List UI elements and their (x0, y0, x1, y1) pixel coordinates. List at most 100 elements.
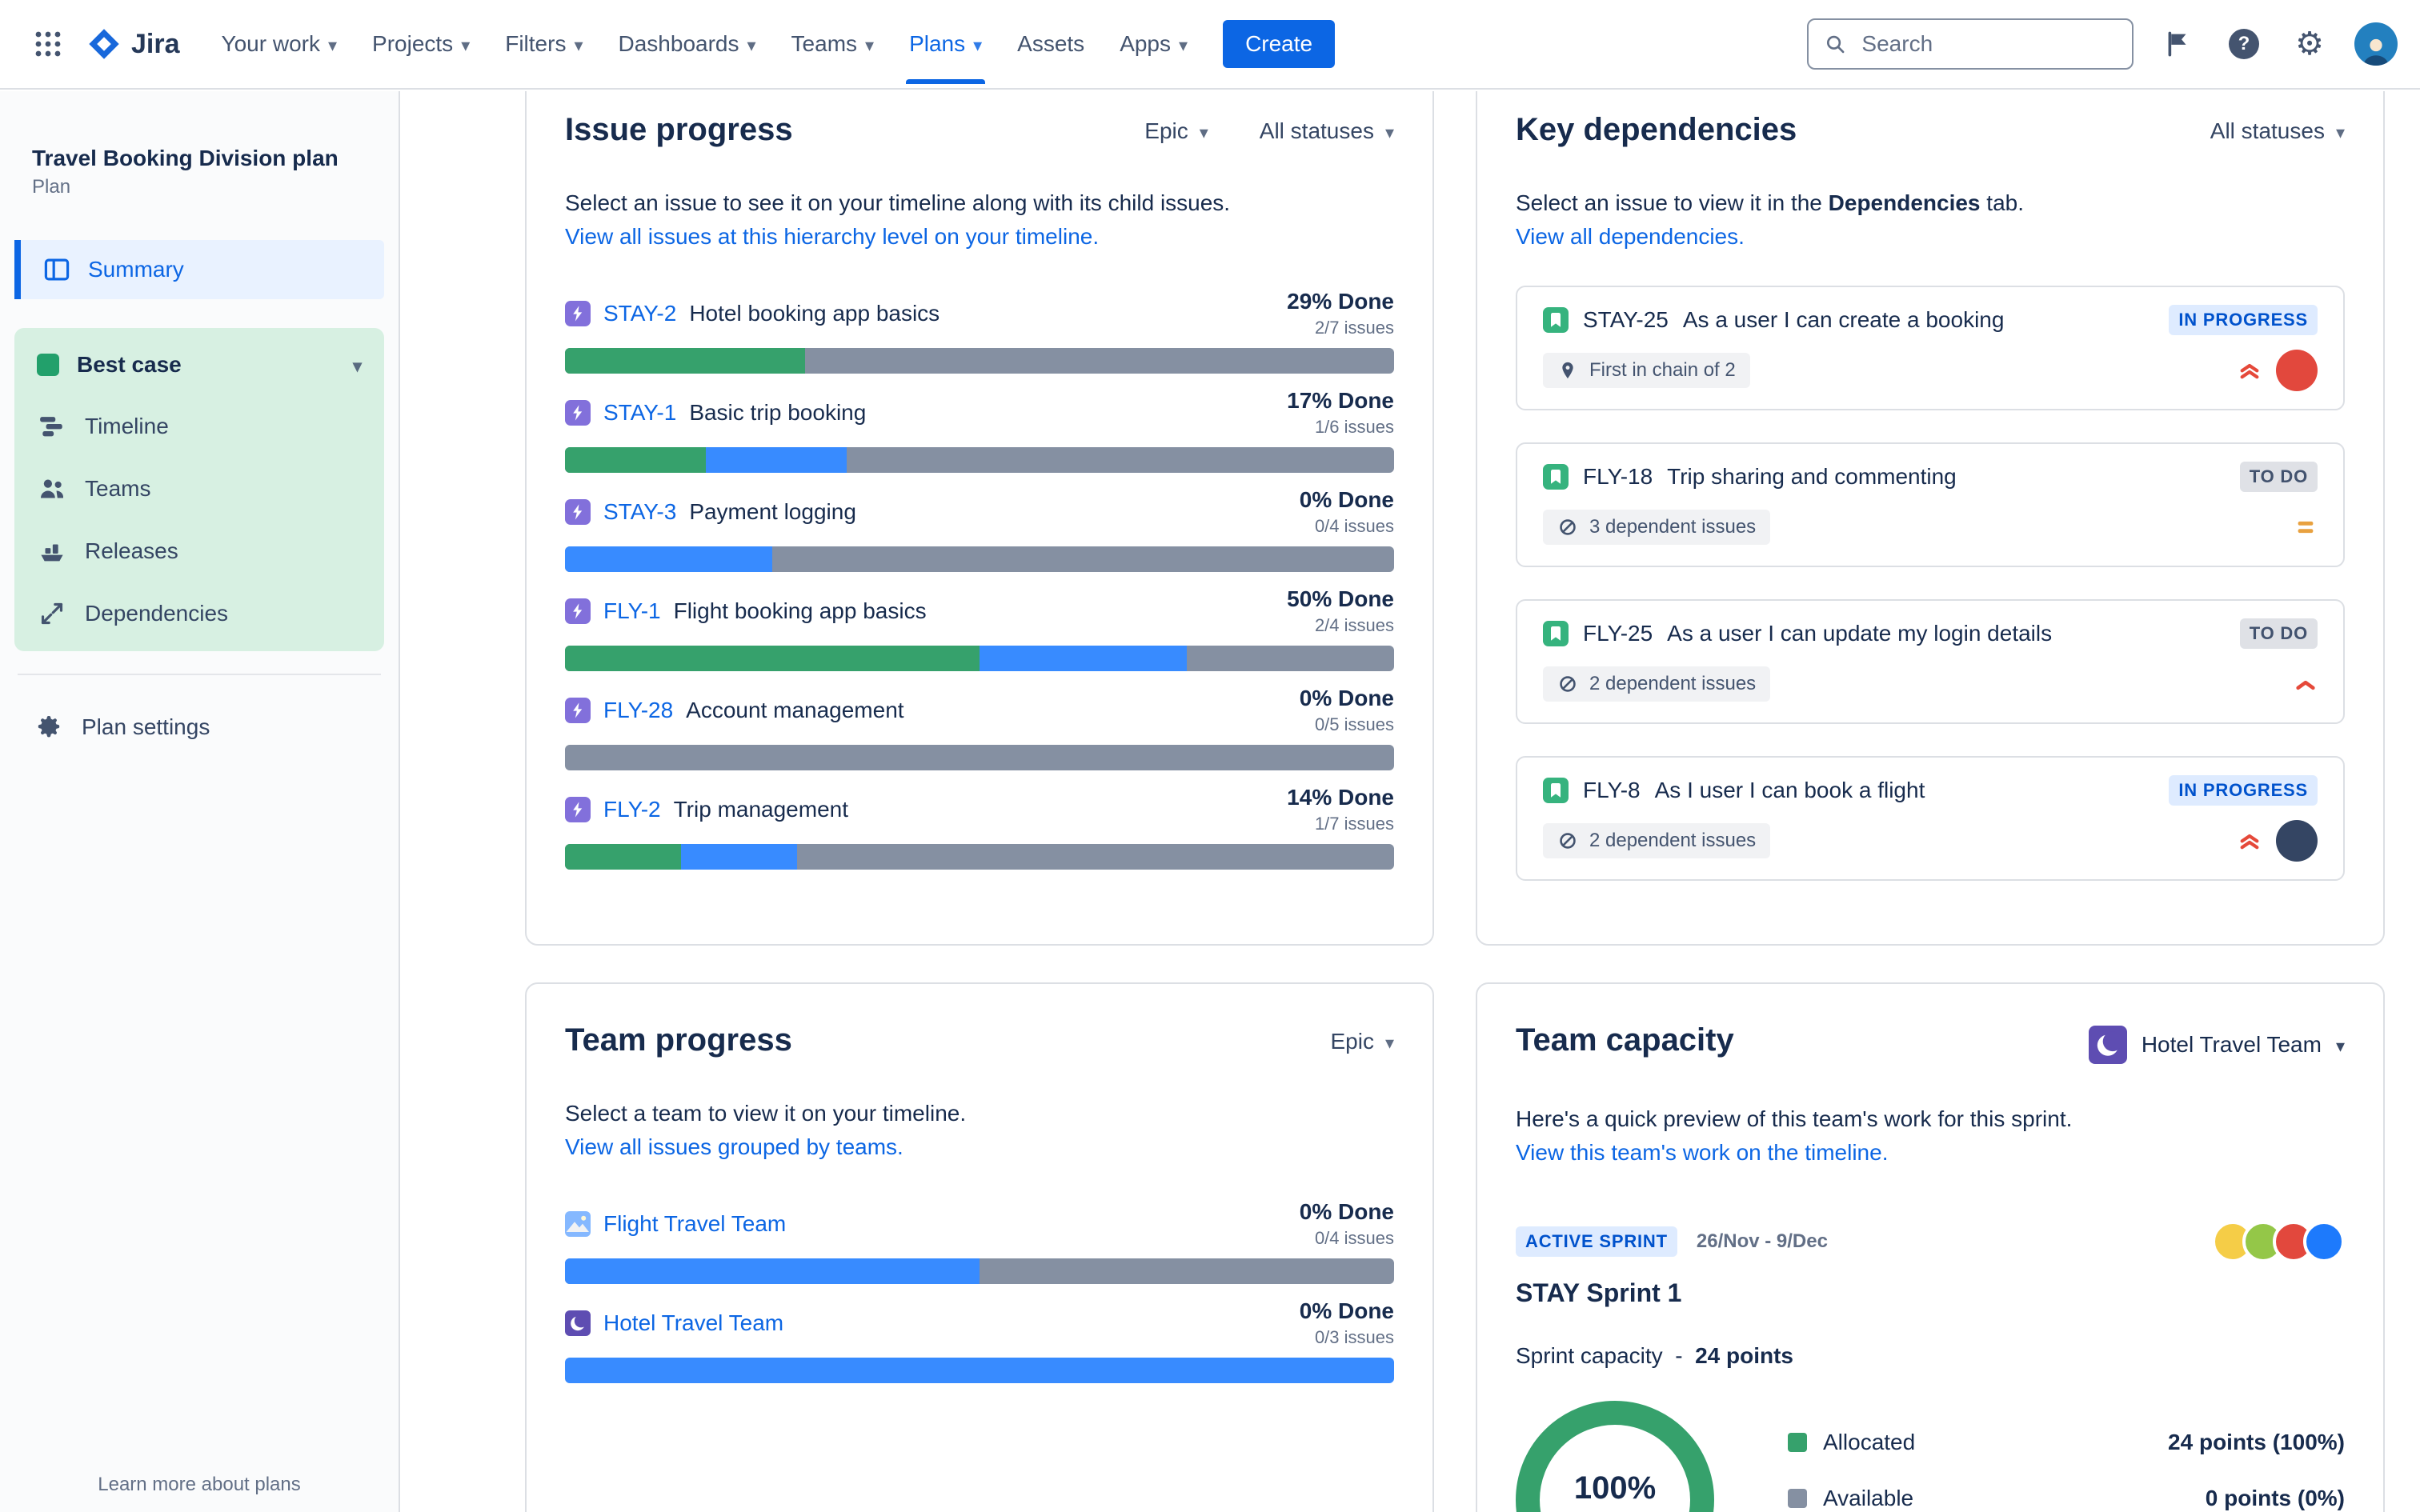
issue-key: FLY-18 (1583, 464, 1653, 489)
scenario-selector[interactable]: Best case (18, 334, 381, 395)
create-button[interactable]: Create (1223, 20, 1336, 68)
nav-item-assets[interactable]: Assets (1001, 18, 1100, 70)
nav-item-your-work[interactable]: Your work (206, 18, 354, 70)
status-filter-dropdown[interactable]: All statuses (1260, 118, 1394, 144)
chip-label: 2 dependent issues (1589, 830, 1757, 851)
releases-ship-icon (41, 544, 63, 562)
team-name-link[interactable]: Hotel Travel Team (603, 1310, 783, 1336)
issue-key: FLY-8 (1583, 778, 1641, 802)
sidebar-item-releases[interactable]: Releases (18, 520, 381, 582)
chevron-down-icon (747, 31, 756, 57)
pin-icon (1562, 362, 1573, 379)
active-sprint-badge: ACTIVE SPRINT (1516, 1226, 1677, 1257)
card-description: Select an issue to see it on your timeli… (565, 190, 1231, 215)
team-progress-bar[interactable] (565, 1258, 1394, 1284)
status-filter-dropdown[interactable]: All statuses (2210, 118, 2345, 144)
view-issues-by-team-link[interactable]: View all issues grouped by teams. (565, 1130, 1394, 1164)
issue-summary: Flight booking app basics (673, 598, 927, 623)
issue-count: 0/4 issues (1314, 1228, 1394, 1248)
nav-item-filters[interactable]: Filters (489, 18, 599, 70)
capacity-separator: - (1675, 1343, 1683, 1368)
nav-item-dashboards[interactable]: Dashboards (603, 18, 772, 70)
bar-done-segment (565, 447, 707, 473)
chevron-down-icon (1385, 118, 1394, 144)
issue-row: FLY-2 Trip management 14% Done 1/7 issue… (565, 785, 1394, 870)
issue-key-link[interactable]: FLY-28 (603, 698, 673, 723)
team-row: Hotel Travel Team 0% Done 0/3 issues (565, 1298, 1394, 1383)
team-capacity-card: Team capacity Hotel Travel Team Here's a… (1476, 982, 2385, 1512)
nav-item-teams[interactable]: Teams (775, 18, 891, 70)
issue-summary: Trip management (673, 797, 849, 822)
nav-label: Your work (221, 31, 320, 56)
jira-logo[interactable]: Jira (86, 26, 180, 62)
learn-more-link[interactable]: Learn more about plans (0, 1474, 399, 1496)
team-selector-dropdown[interactable]: Hotel Travel Team (2088, 1022, 2345, 1064)
issue-key-link[interactable]: FLY-2 (603, 797, 661, 822)
chip-label: First in chain of 2 (1589, 359, 1736, 381)
user-avatar-button[interactable] (2354, 22, 2398, 66)
help-button[interactable] (2223, 23, 2265, 65)
issue-summary: Basic trip booking (689, 400, 867, 425)
issue-count: 0/3 issues (1314, 1327, 1394, 1347)
issue-progress-bar[interactable] (565, 348, 1394, 374)
issue-key-link[interactable]: STAY-1 (603, 400, 676, 426)
jira-logo-text: Jira (131, 28, 180, 59)
legend-label: Available (1823, 1486, 1914, 1510)
dependency-item[interactable]: FLY-8 As I user I can book a flight IN P… (1516, 756, 2345, 881)
nav-label: Dashboards (618, 31, 739, 56)
issue-row: STAY-2 Hotel booking app basics 29% Done… (565, 289, 1394, 374)
issue-count: 0/4 issues (1314, 516, 1394, 536)
flight-team-avatar (565, 1211, 591, 1237)
team-name-link[interactable]: Flight Travel Team (603, 1211, 786, 1237)
card-title: Issue progress (565, 112, 793, 147)
hierarchy-filter-dropdown[interactable]: Epic (1144, 118, 1208, 144)
nav-item-plans[interactable]: Plans (893, 18, 998, 84)
dependency-item[interactable]: STAY-25 As a user I can create a booking… (1516, 286, 2345, 410)
view-all-issues-link[interactable]: View all issues at this hierarchy level … (565, 220, 1394, 254)
sidebar-item-dependencies[interactable]: Dependencies (18, 582, 381, 645)
search-input[interactable] (1858, 30, 2116, 58)
hierarchy-filter-dropdown[interactable]: Epic (1330, 1029, 1394, 1054)
top-navigation: Jira Your work Projects Filters Dashboar… (0, 0, 2420, 90)
sidebar-item-summary[interactable]: Summary (14, 240, 384, 299)
settings-button[interactable] (2289, 23, 2330, 65)
nav-item-apps[interactable]: Apps (1104, 18, 1204, 70)
issue-progress-bar[interactable] (565, 844, 1394, 870)
assignee-avatar (2276, 350, 2318, 391)
nav-item-projects[interactable]: Projects (356, 18, 486, 70)
search-box[interactable] (1807, 18, 2134, 70)
chevron-down-icon (353, 352, 362, 378)
issue-key-link[interactable]: STAY-2 (603, 301, 676, 326)
priority-highest-icon (2240, 834, 2259, 850)
issue-summary: Hotel booking app basics (689, 301, 940, 326)
app-switcher-button[interactable] (22, 18, 74, 70)
capacity-value: 24 points (1695, 1343, 1794, 1368)
issue-progress-bar[interactable] (565, 745, 1394, 770)
team-progress-bar[interactable] (565, 1358, 1394, 1383)
chevron-down-icon (1385, 1029, 1394, 1054)
view-all-dependencies-link[interactable]: View all dependencies. (1516, 220, 2345, 254)
notifications-button[interactable] (2158, 23, 2199, 65)
chip-label: 2 dependent issues (1589, 673, 1757, 694)
view-team-work-link[interactable]: View this team's work on the timeline. (1516, 1136, 2345, 1170)
issue-count: 2/4 issues (1314, 615, 1394, 635)
sidebar-item-teams[interactable]: Teams (18, 458, 381, 520)
dependency-item[interactable]: FLY-25 As a user I can update my login d… (1516, 599, 2345, 724)
chevron-down-icon (865, 31, 874, 57)
issue-summary: Payment logging (689, 499, 856, 524)
issue-key: FLY-25 (1583, 621, 1653, 646)
issue-key-link[interactable]: FLY-1 (603, 598, 661, 624)
issue-row: FLY-1 Flight booking app basics 50% Done… (565, 586, 1394, 671)
legend-value: 0 points (0%) (2205, 1486, 2345, 1510)
dependency-item[interactable]: FLY-18 Trip sharing and commenting TO DO… (1516, 442, 2345, 567)
done-percent: 50% Done (1287, 586, 1394, 611)
bar-inprogress-segment (706, 447, 847, 473)
sidebar-item-plan-settings[interactable]: Plan settings (14, 698, 384, 757)
issue-progress-bar[interactable] (565, 546, 1394, 572)
issue-key-link[interactable]: STAY-3 (603, 499, 676, 525)
issue-progress-bar[interactable] (565, 447, 1394, 473)
issue-progress-bar[interactable] (565, 646, 1394, 671)
sidebar-item-timeline[interactable]: Timeline (18, 395, 381, 458)
summary-page: Issue progress Epic All statuses Select … (400, 91, 2420, 1512)
issue-count: 1/6 issues (1314, 417, 1394, 437)
